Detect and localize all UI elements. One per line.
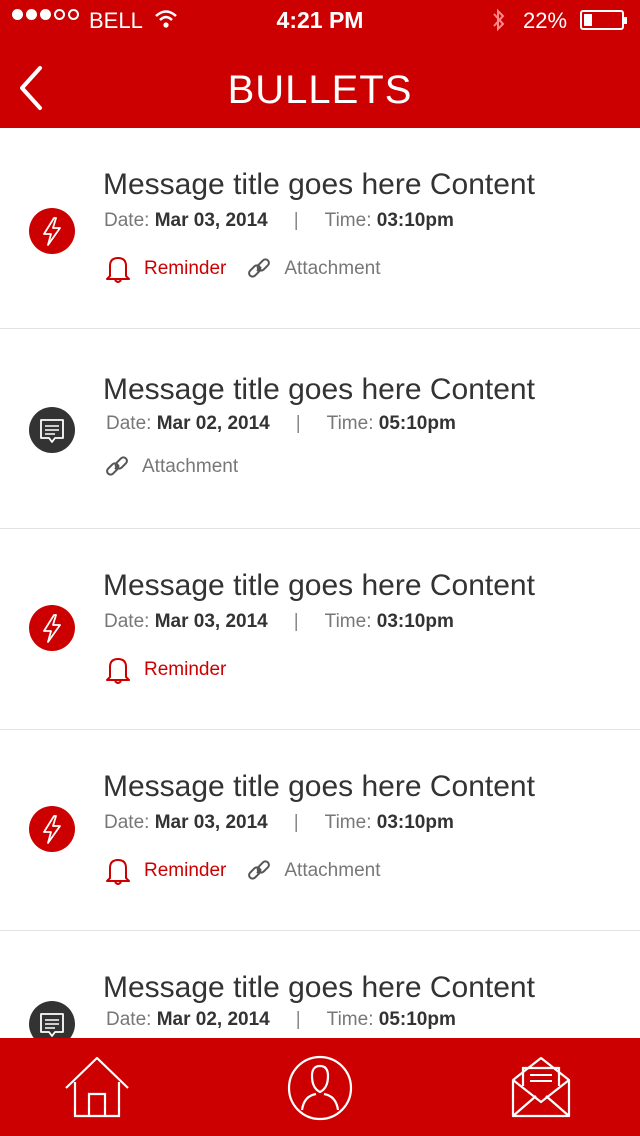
list-item[interactable]: Message title goes here Content Date: Ma… (0, 329, 640, 529)
reminder-button[interactable]: Reminder (104, 655, 226, 685)
message-bubble-icon (29, 1001, 75, 1038)
bluetooth-icon (490, 8, 508, 38)
mail-icon (511, 1056, 571, 1118)
message-title: Message title goes here Content (103, 569, 535, 602)
message-date: Mar 03, 2014 (154, 210, 268, 231)
message-bubble-icon (29, 407, 75, 453)
message-meta: Date: Mar 02, 2014 | Time: 05:10pm (106, 1009, 456, 1030)
list-item[interactable]: Message title goes here Content Date: Ma… (0, 128, 640, 329)
message-time: 03:10pm (376, 611, 454, 632)
bell-icon (106, 859, 130, 885)
message-title: Message title goes here Content (103, 770, 535, 803)
message-date: Mar 02, 2014 (156, 1009, 270, 1030)
attachment-button[interactable]: Attachment (104, 454, 238, 480)
message-list[interactable]: Message title goes here Content Date: Ma… (0, 128, 640, 1038)
list-item[interactable]: Message title goes here Content Date: Ma… (0, 529, 640, 730)
page-title: BULLETS (227, 68, 413, 112)
message-title: Message title goes here Content (103, 971, 535, 1004)
message-date: Mar 03, 2014 (154, 611, 268, 632)
battery-percent: 22% (523, 8, 568, 33)
tab-bar (0, 1038, 640, 1136)
lightning-icon (29, 605, 75, 651)
message-time: 05:10pm (378, 1009, 456, 1030)
bell-icon (106, 658, 130, 684)
link-icon (248, 258, 271, 278)
status-bar: BELL 4:21 PM 22% (0, 0, 640, 40)
message-time: 05:10pm (378, 413, 456, 434)
list-item[interactable]: Message title goes here Content Date: Ma… (0, 730, 640, 931)
message-actions: Reminder Attachment (104, 254, 400, 284)
message-actions: Reminder (104, 655, 246, 685)
header: BELL 4:21 PM 22% BULLETS (0, 0, 640, 128)
message-date: Mar 03, 2014 (154, 812, 268, 833)
battery-icon (580, 10, 627, 30)
tab-home[interactable] (63, 1052, 131, 1125)
message-date: Mar 02, 2014 (156, 413, 270, 434)
link-icon (106, 456, 128, 476)
message-time: 03:10pm (376, 210, 454, 231)
attachment-button[interactable]: Attachment (246, 256, 380, 282)
message-meta: Date: Mar 03, 2014 | Time: 03:10pm (104, 210, 454, 231)
profile-icon (287, 1055, 353, 1121)
message-meta: Date: Mar 03, 2014 | Time: 03:10pm (104, 611, 454, 632)
attachment-button[interactable]: Attachment (246, 858, 380, 884)
reminder-button[interactable]: Reminder (104, 254, 226, 284)
bell-icon (106, 257, 130, 283)
lightning-icon (29, 208, 75, 254)
home-icon (65, 1056, 129, 1118)
tab-profile[interactable] (286, 1054, 354, 1127)
link-icon (248, 860, 271, 880)
lightning-icon (29, 806, 75, 852)
message-time: 03:10pm (376, 812, 454, 833)
message-meta: Date: Mar 02, 2014 | Time: 05:10pm (106, 413, 456, 434)
tab-mail[interactable] (508, 1052, 574, 1125)
message-title: Message title goes here Content (103, 168, 535, 201)
message-title: Message title goes here Content (103, 373, 535, 406)
message-actions: Attachment (104, 454, 258, 480)
message-actions: Reminder Attachment (104, 856, 400, 886)
list-item[interactable]: Message title goes here Content Date: Ma… (0, 931, 640, 1038)
message-meta: Date: Mar 03, 2014 | Time: 03:10pm (104, 812, 454, 833)
reminder-button[interactable]: Reminder (104, 856, 226, 886)
